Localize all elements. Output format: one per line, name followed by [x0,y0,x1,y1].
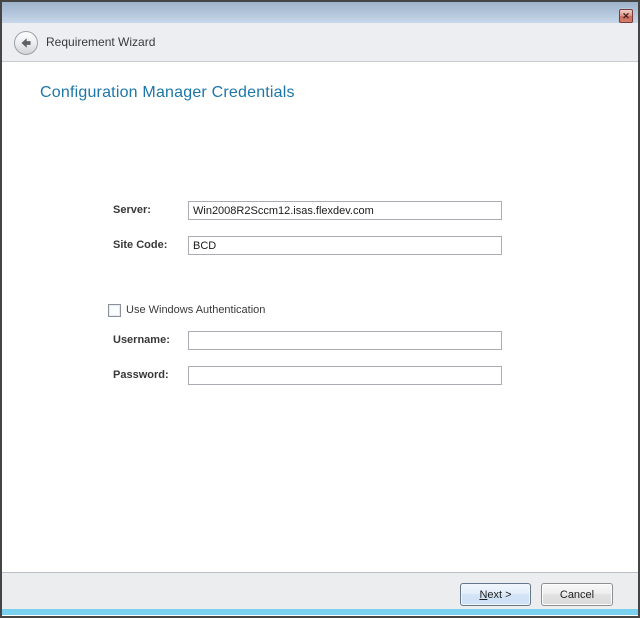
wizard-header: Requirement Wizard [2,23,638,62]
site-code-field[interactable] [188,236,502,255]
title-bar: ✕ [2,2,638,23]
cancel-button[interactable]: Cancel [541,583,613,606]
back-button[interactable] [14,31,38,55]
next-button-label: Next > [479,589,511,601]
password-field[interactable] [188,366,502,385]
close-icon: ✕ [622,12,630,21]
username-label: Username: [113,334,170,346]
close-button[interactable]: ✕ [619,9,633,23]
bottom-accent-strip [2,609,638,615]
site-code-label: Site Code: [113,239,167,251]
server-field[interactable] [188,201,502,220]
windows-auth-label: Use Windows Authentication [126,304,265,316]
wizard-window: ✕ Requirement Wizard Configuration Manag… [0,0,640,618]
server-label: Server: [113,204,151,216]
next-button[interactable]: Next > [460,583,531,606]
back-arrow-icon [19,36,33,50]
cancel-button-label: Cancel [560,589,594,601]
windows-auth-checkbox[interactable] [108,304,121,317]
wizard-title: Requirement Wizard [46,23,155,61]
password-label: Password: [113,369,169,381]
page-title: Configuration Manager Credentials [40,84,295,102]
username-field[interactable] [188,331,502,350]
